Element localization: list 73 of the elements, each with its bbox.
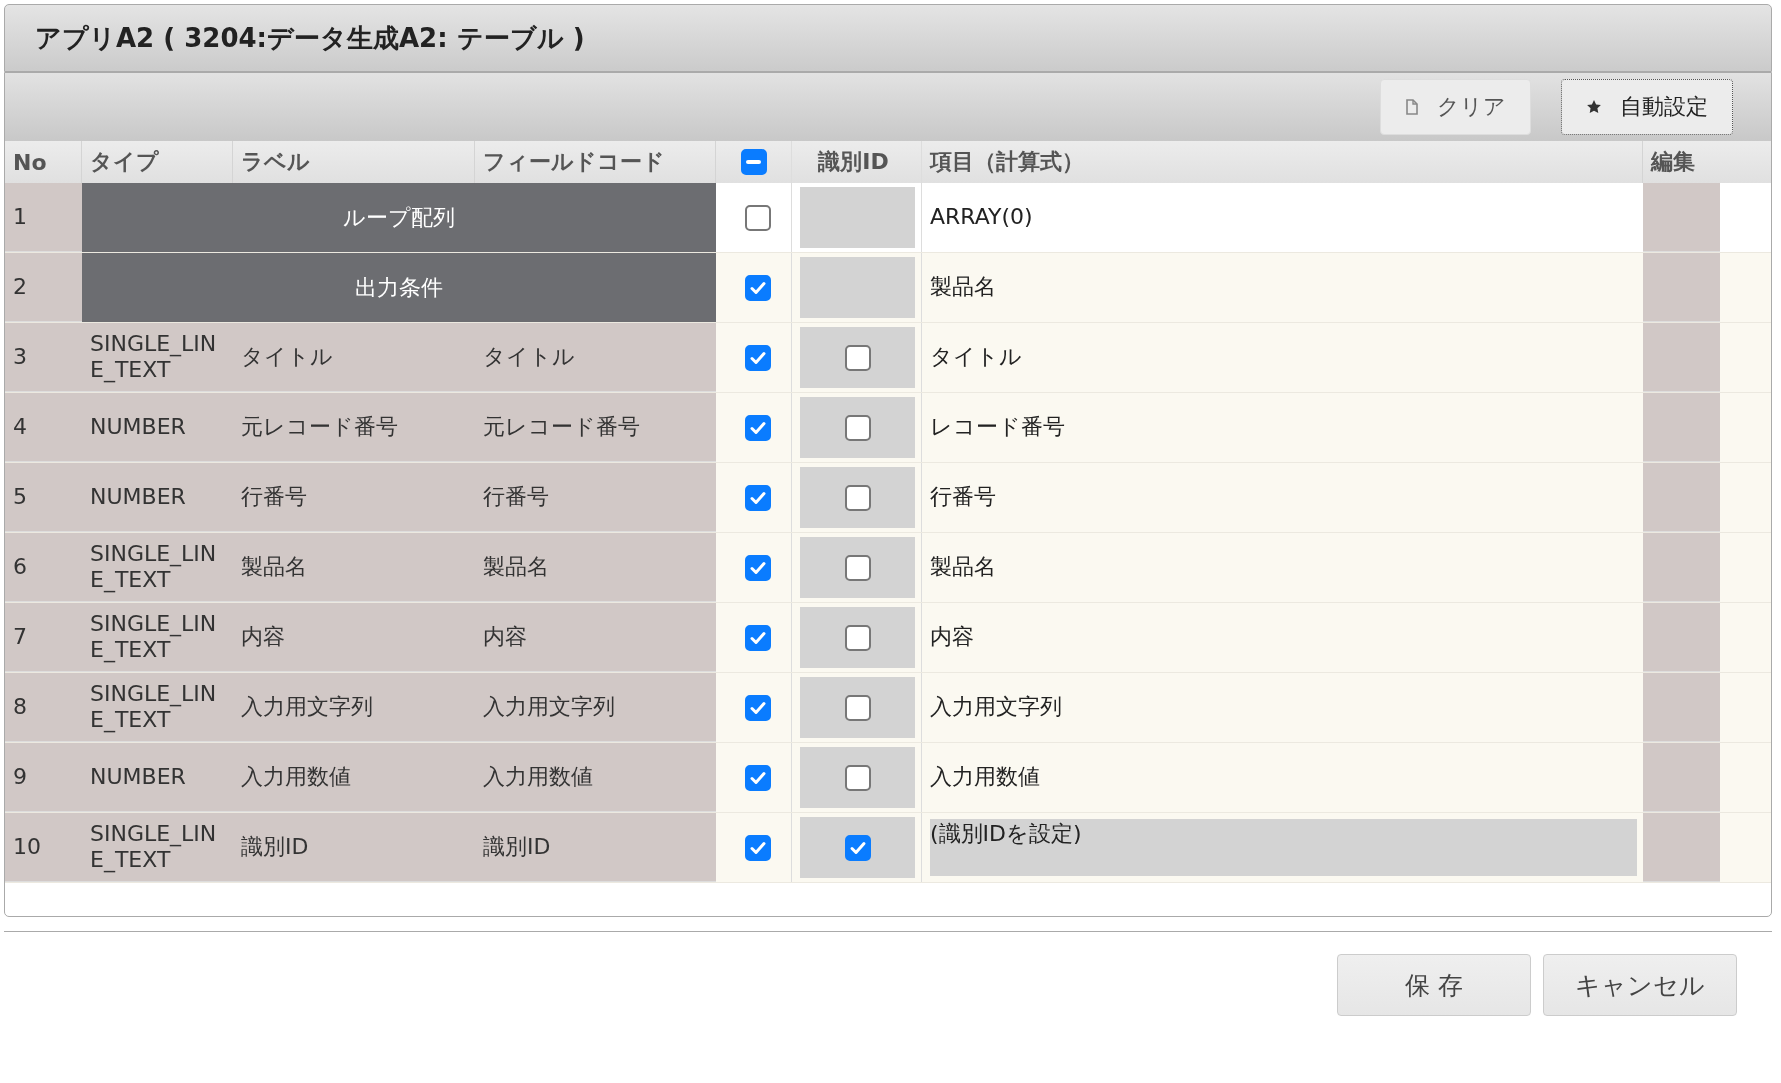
select-all-checkbox[interactable]: [740, 149, 767, 175]
save-button[interactable]: 保 存: [1337, 954, 1531, 1016]
group-header-cell: ループ配列: [82, 183, 716, 252]
table-cell: 入力用数値: [475, 743, 716, 812]
id-checkbox[interactable]: [844, 414, 871, 441]
column-header: 編集: [1649, 148, 1696, 176]
table-cell: NUMBER: [82, 463, 233, 532]
table-cell: 識別ID: [475, 813, 716, 882]
id-checkbox[interactable]: [844, 554, 871, 581]
id-checkbox[interactable]: [844, 694, 871, 721]
row-number: 7: [5, 603, 82, 672]
table-cell: SINGLE_LINE_TEXT: [82, 673, 233, 742]
row-number: 1: [5, 183, 82, 252]
formula-cell[interactable]: 製品名: [930, 554, 996, 581]
table-cell: NUMBER: [82, 743, 233, 812]
row-number: 6: [5, 533, 82, 602]
checkbox[interactable]: [744, 694, 771, 721]
row-number: 5: [5, 463, 82, 532]
id-checkbox[interactable]: [844, 484, 871, 511]
formula-cell[interactable]: ARRAY(0): [930, 204, 1033, 231]
table-cell: 入力用文字列: [475, 673, 716, 742]
table-cell: 製品名: [233, 533, 475, 602]
row-number: 9: [5, 743, 82, 812]
star-icon: [1586, 99, 1602, 115]
checkbox[interactable]: [744, 834, 771, 861]
formula-cell[interactable]: タイトル: [930, 344, 1022, 371]
formula-cell[interactable]: 製品名: [930, 274, 996, 301]
document-icon: [1405, 99, 1419, 115]
table-cell: 行番号: [475, 463, 716, 532]
id-checkbox[interactable]: [844, 834, 871, 861]
table-cell: NUMBER: [82, 393, 233, 462]
table-cell: 元レコード番号: [475, 393, 716, 462]
table-cell: SINGLE_LINE_TEXT: [82, 813, 233, 882]
row-number: 3: [5, 323, 82, 392]
table-cell: 入力用文字列: [233, 673, 475, 742]
table-cell: 入力用数値: [233, 743, 475, 812]
row-number: 4: [5, 393, 82, 462]
window-title: アプリA2 ( 3204:データ生成A2: テーブル ): [35, 21, 585, 55]
row-number: 2: [5, 253, 82, 322]
table-cell: 製品名: [475, 533, 716, 602]
table-cell: 内容: [475, 603, 716, 672]
table-cell: タイトル: [233, 323, 475, 392]
row-number: 10: [5, 813, 82, 882]
group-header-cell: 出力条件: [82, 253, 716, 322]
table-cell: SINGLE_LINE_TEXT: [82, 533, 233, 602]
table-cell: SINGLE_LINE_TEXT: [82, 603, 233, 672]
formula-cell[interactable]: レコード番号: [930, 414, 1065, 441]
id-checkbox[interactable]: [844, 624, 871, 651]
checkbox[interactable]: [744, 624, 771, 651]
checkbox[interactable]: [744, 484, 771, 511]
clear-button[interactable]: クリア: [1380, 79, 1531, 135]
id-checkbox[interactable]: [844, 344, 871, 371]
cancel-button[interactable]: キャンセル: [1543, 954, 1737, 1016]
formula-cell[interactable]: 内容: [930, 624, 974, 651]
checkbox[interactable]: [744, 764, 771, 791]
table-cell: 元レコード番号: [233, 393, 475, 462]
checkbox[interactable]: [744, 204, 771, 231]
checkbox[interactable]: [744, 414, 771, 441]
formula-cell[interactable]: 行番号: [930, 484, 996, 511]
checkbox[interactable]: [744, 554, 771, 581]
formula-cell[interactable]: 入力用数値: [930, 764, 1040, 791]
table-cell: 内容: [233, 603, 475, 672]
id-checkbox[interactable]: [844, 764, 871, 791]
table-cell: 行番号: [233, 463, 475, 532]
table-cell: SINGLE_LINE_TEXT: [82, 323, 233, 392]
formula-cell: (識別IDを設定): [930, 819, 1637, 876]
checkbox[interactable]: [744, 344, 771, 371]
table-cell: 識別ID: [233, 813, 475, 882]
checkbox[interactable]: [744, 274, 771, 301]
table-cell: タイトル: [475, 323, 716, 392]
row-number: 8: [5, 673, 82, 742]
formula-cell[interactable]: 入力用文字列: [930, 694, 1062, 721]
auto-set-button[interactable]: 自動設定: [1561, 79, 1733, 135]
